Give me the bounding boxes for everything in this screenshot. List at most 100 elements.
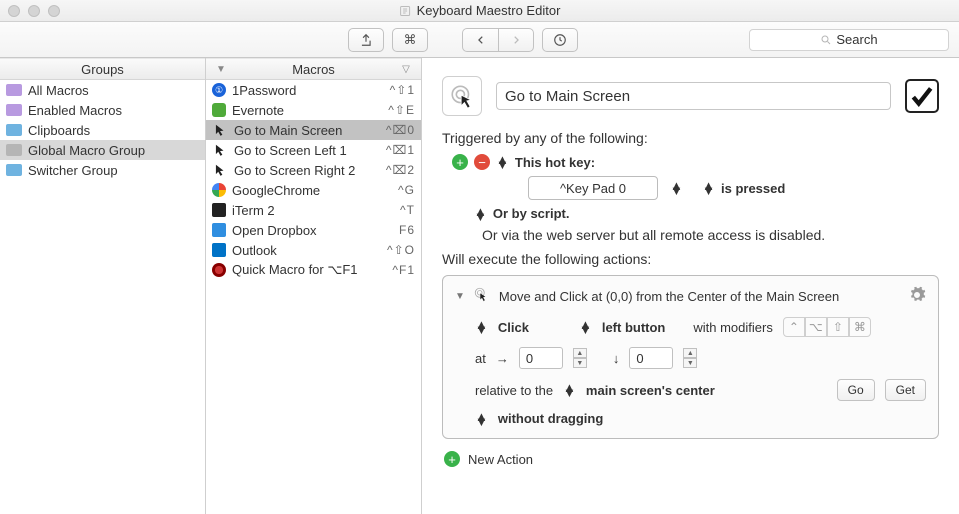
macro-item[interactable]: Go to Screen Right 2^⌧2: [206, 160, 421, 180]
new-action-button[interactable]: + New Action: [444, 451, 939, 467]
action-title: Move and Click at (0,0) from the Center …: [499, 289, 839, 304]
macro-shortcut: ^⌧2: [386, 163, 415, 177]
drag-option[interactable]: without dragging: [498, 411, 603, 426]
group-label: Global Macro Group: [28, 143, 145, 158]
drag-stepper[interactable]: ▲▼: [475, 414, 488, 424]
hotkey-field[interactable]: ^Key Pad 0: [528, 176, 658, 200]
folder-icon: [6, 144, 22, 156]
macro-label: Go to Main Screen: [234, 123, 342, 138]
macro-item[interactable]: Evernote^⇧E: [206, 100, 421, 120]
x-stepper[interactable]: ▲▼: [573, 348, 587, 368]
action-gear-icon[interactable]: [908, 286, 926, 307]
relative-value[interactable]: main screen's center: [586, 383, 715, 398]
state-stepper[interactable]: ▲▼: [702, 183, 715, 193]
group-item[interactable]: Switcher Group: [0, 160, 205, 180]
relative-stepper[interactable]: ▲▼: [563, 385, 576, 395]
disclosure-triangle-icon[interactable]: ▼: [455, 291, 465, 302]
macro-item[interactable]: iTerm 2 ^T: [206, 200, 421, 220]
macro-item[interactable]: Go to Main Screen ^⌧0: [206, 120, 421, 140]
action-cursor-icon: [473, 286, 491, 307]
history-button[interactable]: [542, 28, 578, 52]
command-button[interactable]: ⌘: [392, 28, 428, 52]
cursor-icon: [212, 142, 228, 158]
macro-icon[interactable]: [442, 76, 482, 116]
macro-shortcut: ^F1: [392, 263, 415, 277]
click-type[interactable]: Click: [498, 320, 529, 335]
add-trigger-button[interactable]: +: [452, 154, 468, 170]
group-label: All Macros: [28, 83, 89, 98]
cursor-icon: [212, 122, 228, 138]
modifier-buttons: ⌃ ⌥ ⇧ ⌘: [783, 317, 871, 337]
app-icon: [212, 203, 226, 217]
traffic-lights: [8, 5, 60, 17]
macros-panel: ▼ Macros ▽ ①1Password^⇧1Evernote^⇧EGo to…: [206, 58, 422, 514]
macro-label: Quick Macro for ⌥F1: [232, 262, 358, 278]
macro-shortcut: ^⇧O: [387, 243, 415, 257]
modifier-cmd[interactable]: ⌘: [849, 317, 871, 337]
macro-item[interactable]: ①1Password^⇧1: [206, 80, 421, 100]
group-item[interactable]: Global Macro Group: [0, 140, 205, 160]
back-button[interactable]: [462, 28, 498, 52]
app-icon: [212, 223, 226, 237]
titlebar: Keyboard Maestro Editor: [0, 0, 959, 22]
share-button[interactable]: [348, 28, 384, 52]
folder-icon: [6, 124, 22, 136]
folder-icon: [6, 84, 22, 96]
macro-shortcut: F6: [399, 223, 415, 237]
macro-label: 1Password: [232, 83, 296, 98]
click-type-stepper[interactable]: ▲▼: [475, 322, 488, 332]
macro-name-input[interactable]: [496, 82, 891, 110]
group-item[interactable]: Clipboards: [0, 120, 205, 140]
groups-header[interactable]: Groups: [0, 58, 205, 80]
macro-label: iTerm 2: [232, 203, 275, 218]
hotkey-stepper[interactable]: ▲▼: [670, 183, 683, 193]
macro-item[interactable]: Go to Screen Left 1^⌧1: [206, 140, 421, 160]
group-label: Switcher Group: [28, 163, 118, 178]
remove-trigger-button[interactable]: −: [474, 154, 490, 170]
detail-panel: Triggered by any of the following: + − ▲…: [422, 58, 959, 514]
action-block[interactable]: ▼ Move and Click at (0,0) from the Cente…: [442, 275, 939, 439]
at-label: at: [475, 351, 486, 366]
y-stepper[interactable]: ▲▼: [683, 348, 697, 368]
macro-label: GoogleChrome: [232, 183, 320, 198]
search-input[interactable]: Search: [749, 29, 949, 51]
y-field[interactable]: [629, 347, 673, 369]
modifier-option[interactable]: ⌥: [805, 317, 827, 337]
macro-shortcut: ^⌧1: [386, 143, 415, 157]
group-item[interactable]: Enabled Macros: [0, 100, 205, 120]
macro-enabled-checkbox[interactable]: [905, 79, 939, 113]
cursor-icon: [212, 162, 228, 178]
button-stepper[interactable]: ▲▼: [579, 322, 592, 332]
go-button[interactable]: Go: [837, 379, 875, 401]
webserver-note: Or via the web server but all remote acc…: [482, 227, 939, 243]
macro-label: Open Dropbox: [232, 223, 317, 238]
or-by-script[interactable]: Or by script.: [493, 206, 570, 221]
macro-item[interactable]: Outlook^⇧O: [206, 240, 421, 260]
modifier-ctrl[interactable]: ⌃: [783, 317, 805, 337]
hotkey-state[interactable]: is pressed: [721, 181, 785, 196]
zoom-window-button[interactable]: [48, 5, 60, 17]
modifiers-label: with modifiers: [693, 320, 772, 335]
get-button[interactable]: Get: [885, 379, 926, 401]
folder-icon: [6, 104, 22, 116]
close-window-button[interactable]: [8, 5, 20, 17]
macros-header[interactable]: ▼ Macros ▽: [206, 58, 421, 80]
click-button[interactable]: left button: [602, 320, 666, 335]
macro-item[interactable]: Quick Macro for ⌥F1 ^F1: [206, 260, 421, 280]
macro-shortcut: ^⌧0: [386, 123, 415, 137]
group-item[interactable]: All Macros: [0, 80, 205, 100]
macro-item[interactable]: Open Dropbox F6: [206, 220, 421, 240]
macro-shortcut: ^T: [400, 203, 415, 217]
nav-back-forward: [462, 28, 534, 52]
sort-indicator-icon: ▼: [206, 64, 236, 75]
script-stepper[interactable]: ▲▼: [474, 209, 487, 219]
stepper-icon[interactable]: ▲▼: [496, 157, 509, 167]
minimize-window-button[interactable]: [28, 5, 40, 17]
group-label: Enabled Macros: [28, 103, 122, 118]
macro-shortcut: ^⇧E: [388, 103, 415, 117]
x-field[interactable]: [519, 347, 563, 369]
macro-item[interactable]: GoogleChrome^G: [206, 180, 421, 200]
modifier-shift[interactable]: ⇧: [827, 317, 849, 337]
forward-button[interactable]: [498, 28, 534, 52]
trigger-type[interactable]: This hot key:: [515, 155, 595, 170]
